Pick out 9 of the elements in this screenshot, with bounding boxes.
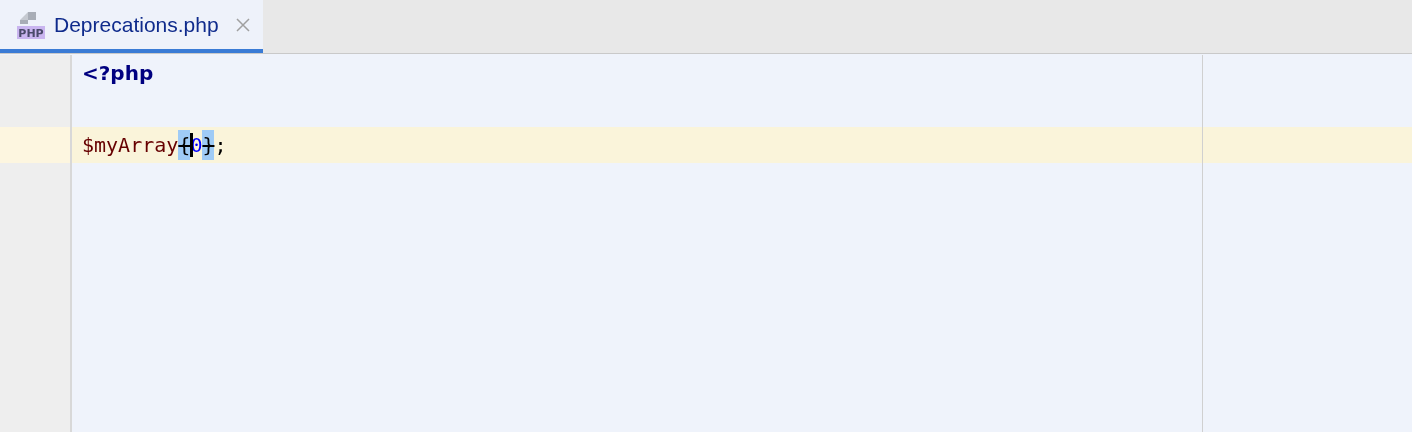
code-token: } [202,130,215,160]
code-token: $myArray [82,132,179,159]
tab-label: Deprecations.php [54,11,219,38]
gutter [0,91,72,127]
editor-tab[interactable]: PHP Deprecations.php [0,0,263,53]
code-token: <?php [82,60,154,87]
code-token: { [178,130,191,160]
close-icon[interactable] [234,16,251,33]
code-token: ; [214,132,227,159]
